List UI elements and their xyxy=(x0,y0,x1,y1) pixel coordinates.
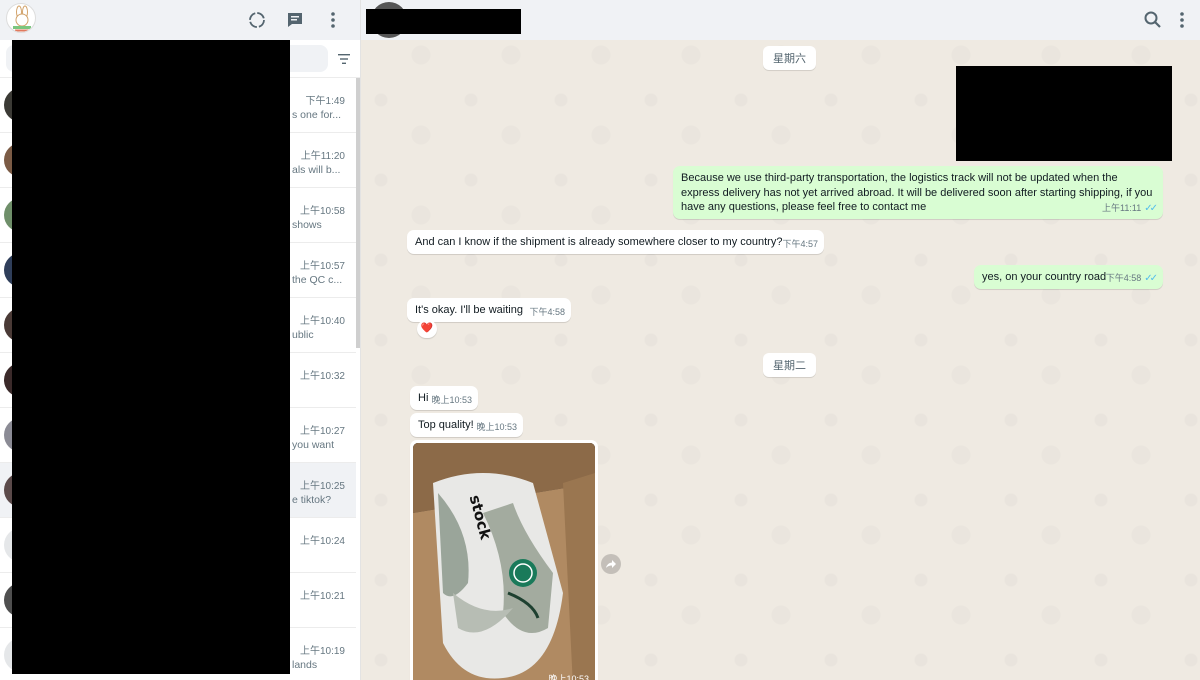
chat-preview: the QC c... xyxy=(292,274,343,286)
chat-time: 上午10:57 xyxy=(299,261,345,272)
heart-reaction-icon[interactable]: ❤️ xyxy=(417,320,437,338)
search-icon[interactable] xyxy=(1141,8,1165,32)
chat-time: 上午10:40 xyxy=(299,316,345,327)
filter-icon[interactable] xyxy=(334,49,354,69)
outgoing-message[interactable]: yes, on your country road 下午4:58 ✓✓ xyxy=(974,265,1163,289)
date-divider: 星期六 xyxy=(763,46,816,70)
status-icon[interactable] xyxy=(245,8,269,32)
message-text: Hi xyxy=(418,392,429,404)
chat-time: 上午10:32 xyxy=(299,371,345,382)
chat-list-scrollbar[interactable] xyxy=(356,78,360,348)
chat-preview: lands xyxy=(292,659,318,671)
conversation-header xyxy=(361,0,1200,40)
redacted-area xyxy=(12,40,290,674)
read-receipt-icon: ✓✓ xyxy=(1144,272,1158,284)
message-time: 下午4:58 xyxy=(529,306,565,317)
sneaker-photo[interactable]: stock 晚上10:53 xyxy=(413,443,595,680)
forward-icon[interactable] xyxy=(601,554,621,574)
chat-time: 上午11:20 xyxy=(300,151,345,162)
incoming-message[interactable]: It's okay. I'll be waiting 下午4:58 xyxy=(407,298,571,322)
message-text: And can I know if the shipment is alread… xyxy=(415,236,783,248)
message-time: 晚上10:53 xyxy=(476,421,517,432)
menu-icon[interactable] xyxy=(321,8,345,32)
chat-preview: you want xyxy=(292,439,335,451)
chat-preview: als will b... xyxy=(292,164,341,176)
left-header xyxy=(0,0,360,40)
message-meta: 上午11:11 ✓✓ xyxy=(1102,202,1158,214)
message-text: Because we use third-party transportatio… xyxy=(681,172,1153,213)
message-text: It's okay. I'll be waiting xyxy=(415,304,523,316)
chat-time: 上午10:25 xyxy=(299,481,345,492)
message-text: Top quality! xyxy=(418,419,474,431)
profile-avatar[interactable] xyxy=(6,3,36,33)
chat-preview: ublic xyxy=(292,329,314,341)
chat-time: 上午10:24 xyxy=(299,536,345,547)
chat-time: 上午10:19 xyxy=(299,646,345,657)
new-chat-icon[interactable] xyxy=(283,8,307,32)
conversation-panel: 星期六 Because we use third-party transport… xyxy=(361,0,1200,680)
incoming-message[interactable]: And can I know if the shipment is alread… xyxy=(407,230,824,254)
redacted-image-message xyxy=(956,66,1172,161)
date-divider: 星期二 xyxy=(763,353,816,377)
chat-preview: e tiktok? xyxy=(292,494,332,506)
redacted-contact-name xyxy=(366,9,521,34)
chat-list-panel: 下午1:49 s one for... 上午11:20 als will b... 上午… xyxy=(0,0,361,680)
message-text: yes, on your country road xyxy=(982,271,1107,283)
outgoing-message[interactable]: Because we use third-party transportatio… xyxy=(673,166,1163,219)
chat-time: 下午1:49 xyxy=(305,96,345,107)
incoming-message[interactable]: Top quality! 晚上10:53 xyxy=(410,413,523,437)
message-time: 下午4:57 xyxy=(782,238,818,249)
incoming-image-message[interactable]: stock 晚上10:53 xyxy=(410,440,598,680)
chat-time: 上午10:21 xyxy=(299,591,345,602)
read-receipt-icon: ✓✓ xyxy=(1144,202,1158,214)
incoming-message[interactable]: Hi 晚上10:53 xyxy=(410,386,478,410)
chat-time: 上午10:58 xyxy=(299,206,345,217)
chat-time: 上午10:27 xyxy=(299,426,345,437)
message-time: 晚上10:53 xyxy=(548,674,589,680)
chat-preview: shows xyxy=(292,219,322,231)
message-meta: 下午4:58 ✓✓ xyxy=(1105,272,1158,284)
message-time: 晚上10:53 xyxy=(431,394,472,405)
chat-preview: s one for... xyxy=(292,109,342,121)
conversation-menu-icon[interactable] xyxy=(1175,8,1189,32)
